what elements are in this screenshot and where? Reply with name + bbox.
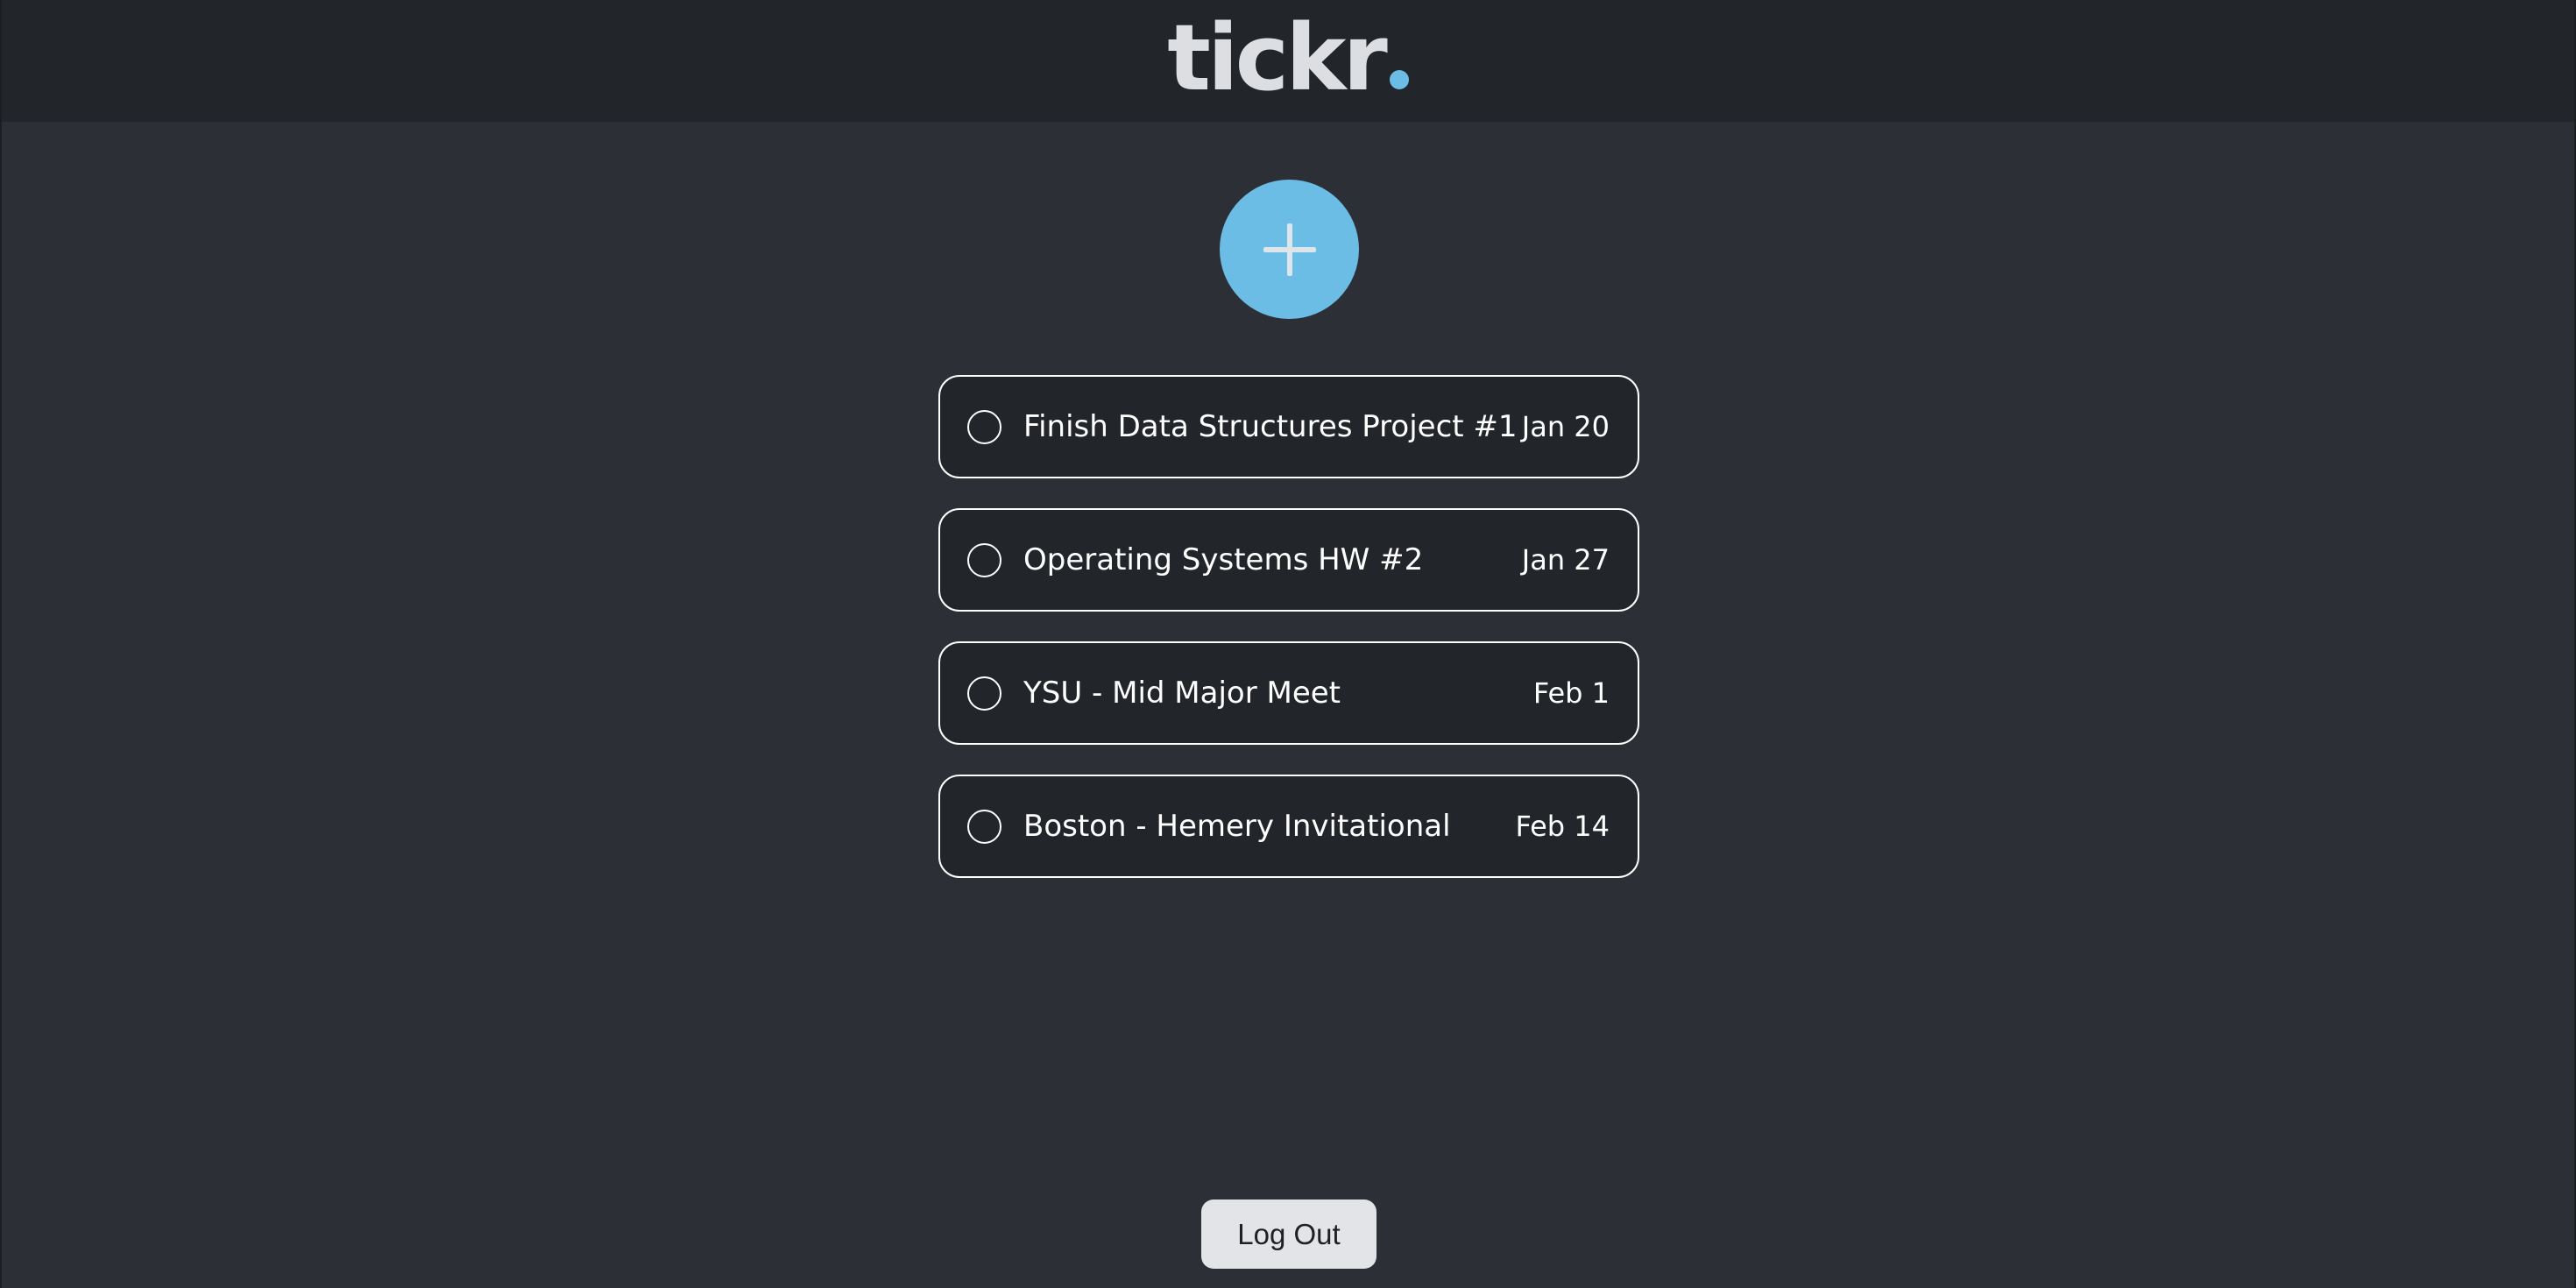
task-due-date: Feb 1 xyxy=(1532,676,1610,710)
task-due-date: Feb 14 xyxy=(1515,810,1610,843)
task-title: Finish Data Structures Project #1 xyxy=(1023,409,1518,444)
task-item[interactable]: Operating Systems HW #2 Jan 27 xyxy=(938,508,1639,612)
task-title: Operating Systems HW #2 xyxy=(1023,542,1424,577)
app-logo: tickr xyxy=(1167,4,1409,111)
logout-button[interactable]: Log Out xyxy=(1201,1200,1376,1269)
task-due-date: Jan 20 xyxy=(1521,410,1610,443)
task-title: Boston - Hemery Invitational xyxy=(1023,809,1451,844)
plus-icon xyxy=(1263,223,1316,276)
task-list: Finish Data Structures Project #1 Jan 20… xyxy=(938,375,1639,878)
app-header: tickr xyxy=(2,0,2574,122)
task-checkbox[interactable] xyxy=(967,676,1001,711)
logo-text: tickr xyxy=(1167,4,1387,111)
task-item[interactable]: YSU - Mid Major Meet Feb 1 xyxy=(938,641,1639,745)
add-task-button[interactable] xyxy=(1220,180,1359,319)
task-item[interactable]: Boston - Hemery Invitational Feb 14 xyxy=(938,775,1639,878)
app-page: { "header": { "logo_text": "tickr", "log… xyxy=(0,0,2576,1288)
task-due-date: Jan 27 xyxy=(1521,543,1610,577)
task-checkbox[interactable] xyxy=(967,542,1001,577)
task-item[interactable]: Finish Data Structures Project #1 Jan 20 xyxy=(938,375,1639,478)
task-checkbox[interactable] xyxy=(967,409,1001,444)
accent-dot-icon xyxy=(1389,69,1409,89)
task-checkbox[interactable] xyxy=(967,809,1001,844)
task-title: YSU - Mid Major Meet xyxy=(1023,676,1341,711)
